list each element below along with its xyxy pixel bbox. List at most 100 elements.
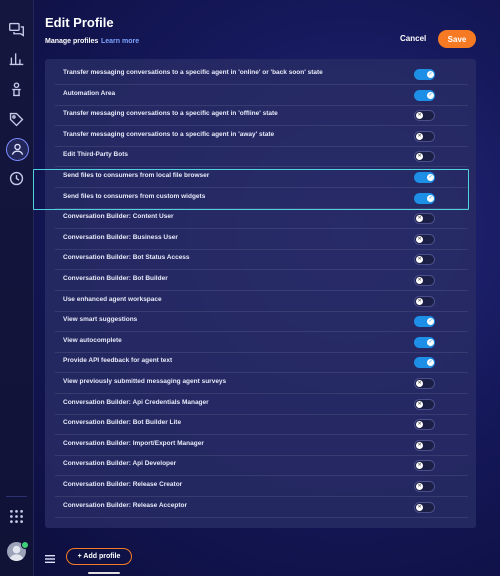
- permission-toggle[interactable]: ✕: [414, 151, 435, 163]
- permission-row: Transfer messaging conversations to a sp…: [55, 126, 468, 147]
- x-icon: ✕: [417, 421, 422, 428]
- permission-toggle[interactable]: ✕: [414, 378, 435, 389]
- learn-more-link[interactable]: Learn more: [101, 38, 139, 45]
- toggle-knob: ✕: [416, 400, 423, 408]
- toggle-knob: ✕: [416, 153, 423, 161]
- permission-toggle[interactable]: ✕: [414, 275, 435, 286]
- permission-row: Provide API feedback for agent text ✓: [55, 352, 468, 374]
- permission-label: View previously submitted messaging agen…: [63, 378, 227, 385]
- permission-label: Edit Third-Party Bots: [63, 151, 129, 159]
- page-title: Edit Profile: [45, 15, 114, 30]
- x-icon: ✕: [417, 483, 422, 489]
- users-icon[interactable]: [6, 138, 29, 161]
- permission-toggle[interactable]: ✕: [414, 213, 435, 225]
- permission-row: Conversation Builder: Api Developer ✕: [55, 455, 468, 477]
- toggle-knob: ✕: [416, 462, 423, 470]
- permission-toggle[interactable]: ✕: [414, 460, 435, 472]
- permission-row: Edit Third-Party Bots ✕: [55, 146, 468, 168]
- toggle-knob: ✕: [416, 483, 423, 490]
- add-profile-button[interactable]: + Add profile: [66, 548, 132, 565]
- toggle-knob: ✕: [416, 380, 423, 387]
- permission-label: Conversation Builder: Content User: [63, 213, 174, 221]
- permission-row: Conversation Builder: Api Credentials Ma…: [55, 394, 468, 415]
- check-icon: ✓: [428, 71, 433, 77]
- check-icon: ✓: [428, 338, 433, 345]
- permission-row: Conversation Builder: Bot Builder ✕: [55, 270, 468, 291]
- scroll-indicator: [88, 572, 120, 574]
- x-icon: ✕: [417, 235, 422, 242]
- permission-row: Conversation Builder: Bot Builder Lite ✕: [55, 414, 468, 436]
- online-status-dot: [21, 541, 29, 549]
- permission-label: View autocomplete: [63, 336, 122, 344]
- permission-row: View smart suggestions ✓: [55, 311, 468, 333]
- check-icon: ✓: [428, 91, 433, 98]
- x-icon: ✕: [417, 297, 422, 304]
- automation-icon[interactable]: [7, 169, 26, 188]
- permission-label: Transfer messaging conversations to a sp…: [63, 69, 323, 76]
- permission-row: Automation Area ✓: [55, 85, 468, 106]
- permission-toggle[interactable]: ✓: [414, 316, 435, 328]
- permission-toggle[interactable]: ✓: [414, 69, 435, 80]
- x-icon: ✕: [417, 215, 422, 222]
- permission-row: Transfer messaging conversations to a sp…: [55, 64, 468, 85]
- permission-label: Conversation Builder: Bot Builder: [63, 275, 168, 282]
- highlight-box: [33, 169, 469, 210]
- toggle-knob: ✕: [416, 297, 423, 305]
- permission-row: Conversation Builder: Business User ✕: [55, 229, 468, 250]
- permission-toggle[interactable]: ✕: [414, 501, 435, 513]
- tag-icon[interactable]: [7, 110, 26, 129]
- permission-label: Conversation Builder: Api Credentials Ma…: [63, 398, 209, 406]
- permission-toggle[interactable]: ✕: [414, 481, 435, 492]
- permission-row: Conversation Builder: Content User ✕: [55, 208, 468, 230]
- permission-toggle[interactable]: ✕: [414, 295, 435, 307]
- permission-row: Conversation Builder: Release Acceptor ✕: [55, 497, 468, 518]
- permission-label: Automation Area: [63, 89, 116, 97]
- x-icon: ✕: [417, 380, 422, 386]
- toggle-knob: ✕: [416, 256, 423, 264]
- permission-toggle[interactable]: ✓: [414, 357, 435, 369]
- permission-toggle[interactable]: ✕: [414, 130, 435, 142]
- permission-toggle[interactable]: ✕: [414, 439, 435, 451]
- permission-label: Conversation Builder: Import/Export Mana…: [63, 439, 204, 447]
- permission-label: Conversation Builder: Bot Builder Lite: [63, 419, 182, 427]
- toggle-knob: ✕: [416, 235, 423, 243]
- campaign-icon[interactable]: [7, 80, 26, 99]
- toggle-knob: ✕: [416, 503, 423, 511]
- permission-label: Conversation Builder: Release Acceptor: [63, 501, 188, 509]
- x-icon: ✕: [417, 503, 422, 510]
- toggle-knob: ✕: [416, 132, 423, 140]
- permission-toggle[interactable]: ✕: [414, 110, 435, 122]
- cancel-button[interactable]: Cancel: [400, 34, 426, 43]
- permission-label: View smart suggestions: [63, 316, 138, 324]
- permission-row: View autocomplete ✓: [55, 332, 468, 353]
- analytics-icon[interactable]: [7, 49, 26, 68]
- x-icon: ✕: [417, 132, 422, 139]
- permission-row: Transfer messaging conversations to a sp…: [55, 105, 468, 127]
- permissions-panel: Transfer messaging conversations to a sp…: [45, 59, 476, 528]
- menu-icon[interactable]: [45, 551, 55, 563]
- permission-toggle[interactable]: ✕: [414, 419, 435, 431]
- toggle-knob: ✓: [427, 91, 434, 99]
- x-icon: ✕: [417, 112, 422, 119]
- permission-toggle[interactable]: ✕: [414, 254, 435, 266]
- x-icon: ✕: [417, 256, 422, 263]
- chat-icon[interactable]: [7, 20, 26, 39]
- x-icon: ✕: [417, 277, 422, 283]
- apps-grid-icon[interactable]: [7, 507, 26, 526]
- permission-toggle[interactable]: ✓: [414, 89, 435, 101]
- permission-row: Conversation Builder: Bot Status Access ✕: [55, 249, 468, 271]
- check-icon: ✓: [428, 359, 433, 366]
- toggle-knob: ✓: [427, 338, 434, 346]
- toggle-knob: ✓: [427, 71, 434, 78]
- permission-toggle[interactable]: ✕: [414, 233, 435, 245]
- permission-label: Conversation Builder: Api Developer: [63, 460, 177, 468]
- permission-toggle[interactable]: ✓: [414, 336, 435, 348]
- permission-label: Conversation Builder: Business User: [63, 233, 178, 241]
- x-icon: ✕: [417, 441, 422, 448]
- toggle-knob: ✓: [427, 318, 434, 326]
- permission-toggle[interactable]: ✕: [414, 398, 435, 410]
- x-icon: ✕: [417, 400, 422, 407]
- permission-label: Transfer messaging conversations to a sp…: [63, 130, 275, 138]
- save-button[interactable]: Save: [438, 30, 476, 48]
- permission-row: Use enhanced agent workspace ✕: [55, 291, 468, 312]
